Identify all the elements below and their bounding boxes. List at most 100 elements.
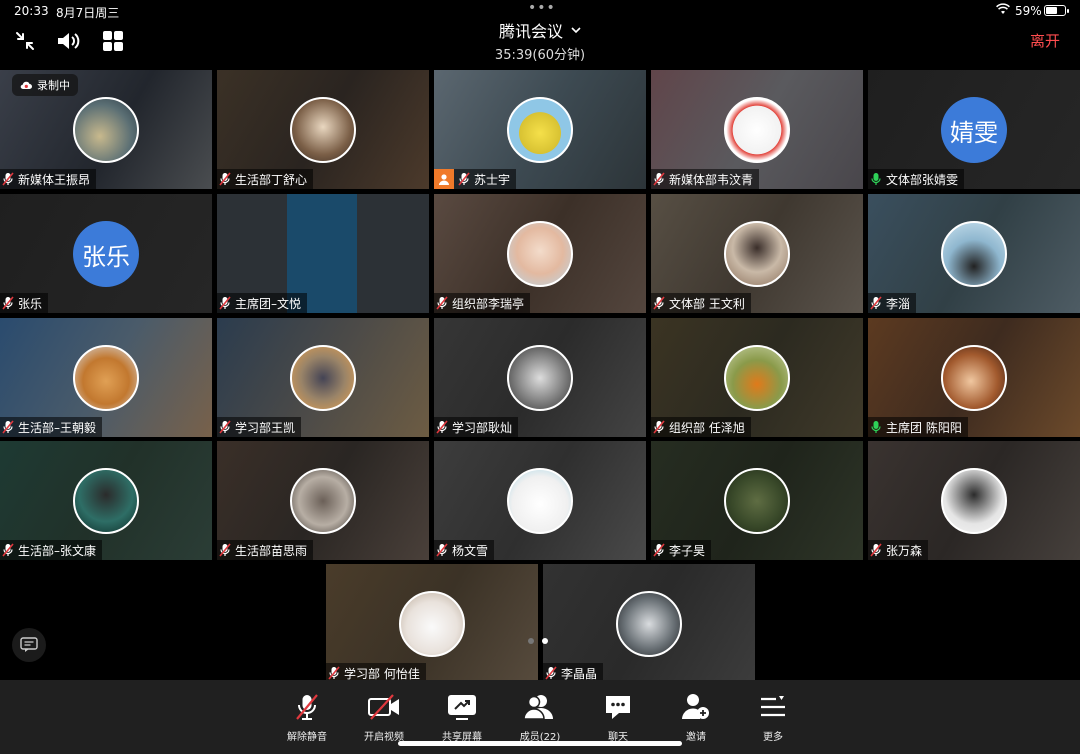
participant-name: 文体部 王文利 — [669, 296, 745, 311]
avatar — [73, 97, 139, 163]
participant-name-tag: 生活部–张文康 — [0, 540, 103, 560]
chat-icon — [606, 696, 630, 719]
participant-name-tag: 文体部张婧雯 — [868, 169, 965, 189]
participant-name: 生活部–王朝毅 — [18, 420, 97, 435]
meeting-info[interactable]: 腾讯会议 35:39(60分钟) — [440, 18, 640, 63]
participant-tile[interactable]: 婧雯文体部张婧雯 — [868, 70, 1080, 189]
participant-name: 苏士宇 — [474, 172, 511, 187]
participant-tile[interactable]: 主席团 陈阳阳 — [868, 318, 1080, 437]
participant-tile[interactable]: 组织部 任泽旭 — [651, 318, 863, 437]
participant-tile[interactable]: 李晶晶 — [543, 564, 755, 683]
avatar — [290, 345, 356, 411]
participant-name-tag: 主席团 陈阳阳 — [868, 417, 968, 437]
participant-name: 组织部李瑞亭 — [452, 296, 525, 311]
participant-tile[interactable]: 学习部王凯 — [217, 318, 429, 437]
participant-tile[interactable]: 生活部–王朝毅 — [0, 318, 212, 437]
participant-name: 新媒体王振昂 — [18, 172, 91, 187]
members-button[interactable]: 成员(22) — [505, 692, 575, 743]
participant-tile[interactable]: 学习部 何怡佳 — [326, 564, 538, 683]
participant-tile[interactable]: 苏士宇 — [434, 70, 646, 189]
participant-tile[interactable]: 李淄 — [868, 194, 1080, 313]
speaker-icon[interactable] — [56, 28, 82, 54]
participant-tile[interactable]: 生活部丁舒心 — [217, 70, 429, 189]
participant-name: 张万森 — [886, 543, 923, 558]
mic-muted-icon — [2, 172, 14, 186]
participant-name-tag: 学习部王凯 — [217, 417, 302, 437]
participant-tile[interactable]: 李子昊 — [651, 441, 863, 560]
mic-muted-icon — [436, 296, 448, 310]
participant-name-tag: 学习部耿灿 — [434, 417, 519, 437]
chat-button[interactable]: 聊天 — [583, 692, 653, 743]
leave-button[interactable]: 离开 — [1030, 30, 1060, 51]
top-toolbar: 腾讯会议 35:39(60分钟) 离开 — [0, 22, 1080, 64]
start-video-button[interactable]: 开启视频 — [349, 692, 419, 743]
participant-name: 杨文雪 — [452, 543, 489, 558]
participant-name: 文体部张婧雯 — [886, 172, 959, 187]
participant-name: 生活部苗思雨 — [235, 543, 308, 558]
page-dot[interactable] — [528, 638, 534, 644]
participant-tile[interactable]: 主席团–文悦 — [217, 194, 429, 313]
participant-tile[interactable]: 张乐 张乐 — [0, 194, 212, 313]
participant-tile[interactable]: 组织部李瑞亭 — [434, 194, 646, 313]
mic-muted-icon — [2, 296, 14, 310]
avatar — [290, 97, 356, 163]
multitasking-dots-icon[interactable]: ••• — [528, 0, 556, 16]
recording-badge: 录制中 — [12, 74, 78, 96]
mic-muted-icon — [2, 543, 14, 557]
mic-muted-icon — [436, 543, 448, 557]
participant-name-tag: 李子昊 — [651, 540, 712, 560]
avatar — [507, 221, 573, 287]
participant-tile[interactable]: 张万森 — [868, 441, 1080, 560]
participant-name-tag: 主席团–文悦 — [217, 293, 308, 313]
mic-muted-icon — [219, 543, 231, 557]
avatar — [724, 221, 790, 287]
participant-name: 李淄 — [886, 296, 911, 311]
page-indicator[interactable] — [528, 638, 548, 644]
members-icon — [523, 695, 553, 720]
avatar — [724, 97, 790, 163]
mic-muted-icon — [653, 172, 665, 186]
avatar — [941, 468, 1007, 534]
minimize-icon[interactable] — [12, 28, 38, 54]
mic-muted-icon — [545, 666, 557, 680]
avatar — [73, 345, 139, 411]
participant-tile[interactable]: 杨文雪 — [434, 441, 646, 560]
home-indicator[interactable] — [398, 741, 682, 746]
mic-muted-icon — [219, 172, 231, 186]
unmute-button[interactable]: 解除静音 — [272, 692, 342, 743]
avatar-initials: 婧雯 — [941, 97, 1007, 163]
avatar-initials: 张乐 — [73, 221, 139, 287]
mic-on-icon — [871, 173, 881, 185]
mic-muted-icon — [2, 420, 14, 434]
meeting-duration: 35:39(60分钟) — [494, 48, 586, 63]
mic-on-icon — [871, 421, 881, 433]
mic-muted-icon — [653, 543, 665, 557]
more-button[interactable]: 更多 — [738, 692, 808, 743]
avatar — [290, 468, 356, 534]
share-screen-icon — [448, 695, 476, 720]
invite-button[interactable]: 邀请 — [661, 692, 731, 743]
participant-name-tag: 张万森 — [868, 540, 929, 560]
participant-name: 张乐 — [18, 296, 43, 311]
avatar — [941, 345, 1007, 411]
participant-name-tag: 张乐 — [0, 293, 49, 313]
host-icon — [434, 169, 454, 189]
grid-view-icon[interactable] — [100, 28, 126, 54]
participant-tile[interactable]: 生活部苗思雨 — [217, 441, 429, 560]
mic-muted-icon — [653, 296, 665, 310]
chat-bubble-icon[interactable] — [12, 628, 46, 662]
participant-name-tag: 杨文雪 — [434, 540, 495, 560]
participant-name: 学习部王凯 — [235, 420, 296, 435]
share-screen-button[interactable]: 共享屏幕 — [427, 692, 497, 743]
participant-name-tag: 生活部苗思雨 — [217, 540, 314, 560]
participant-tile[interactable]: 文体部 王文利 — [651, 194, 863, 313]
participant-name-tag: 新媒体部韦汶青 — [651, 169, 760, 189]
participant-tile[interactable]: 生活部–张文康 — [0, 441, 212, 560]
participant-name-tag: 文体部 王文利 — [651, 293, 751, 313]
participant-tile[interactable]: 学习部耿灿 — [434, 318, 646, 437]
participant-name-tag: 组织部李瑞亭 — [434, 293, 531, 313]
mic-muted-icon — [328, 666, 340, 680]
participant-tile[interactable]: 新媒体部韦汶青 — [651, 70, 863, 189]
page-dot-active[interactable] — [542, 638, 548, 644]
avatar — [507, 468, 573, 534]
